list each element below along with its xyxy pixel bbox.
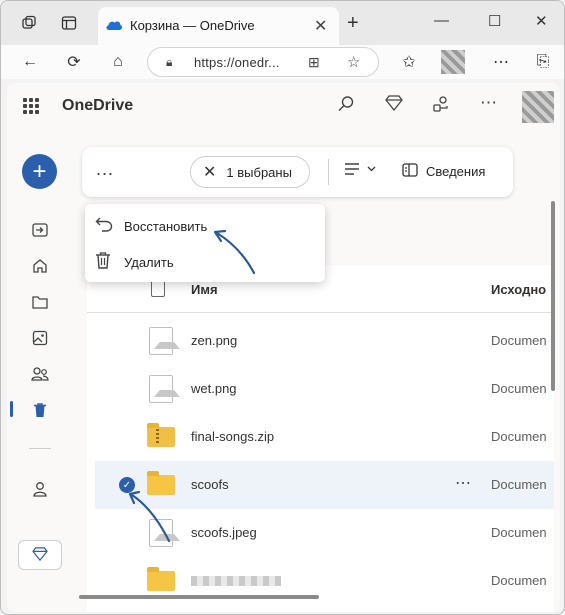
premium-diamond-icon: [32, 546, 48, 564]
file-source: Documen: [491, 525, 547, 540]
row-more-icon[interactable]: ⋯: [455, 473, 472, 493]
table-row-selected[interactable]: ✓ scoofs ⋯ Documen: [95, 461, 554, 509]
file-source: Documen: [491, 381, 547, 396]
command-more-button[interactable]: ...: [96, 159, 114, 180]
table-row[interactable]: wet.png Documen: [87, 365, 554, 413]
column-source-header[interactable]: Исходно: [491, 282, 546, 297]
home-nav-icon[interactable]: [31, 257, 49, 275]
image-file-icon: [149, 519, 180, 547]
photos-nav-icon[interactable]: [31, 329, 49, 347]
maximize-icon[interactable]: ☐: [488, 12, 501, 30]
rail-divider: [29, 448, 51, 449]
details-button[interactable]: Сведения: [402, 163, 485, 180]
menu-label-delete: Удалить: [124, 254, 174, 270]
details-label: Сведения: [426, 164, 486, 179]
apps-icon[interactable]: ⊞: [308, 54, 320, 71]
table-row[interactable]: scoofs.jpeg Documen: [87, 509, 554, 557]
horizontal-scrollbar[interactable]: [79, 595, 319, 599]
file-name: scoofs.jpeg: [191, 525, 257, 540]
sidebar-toggle-icon[interactable]: ⎘: [532, 51, 554, 73]
recycle-bin-nav-icon[interactable]: [31, 401, 49, 419]
file-list: Имя Исходно zen.png Documen wet.png Docu…: [87, 265, 554, 612]
close-icon[interactable]: ✕: [314, 16, 327, 36]
tab-title: Корзина — OneDrive: [130, 18, 255, 33]
app-launcher-icon[interactable]: [23, 98, 39, 114]
table-row[interactable]: final-songs.zip Documen: [87, 413, 554, 461]
details-pane-icon: [402, 163, 418, 180]
active-indicator: [10, 401, 13, 417]
brand-title: OneDrive: [62, 97, 134, 114]
active-tab[interactable]: Корзина — OneDrive ✕: [98, 7, 339, 45]
browser-window: Корзина — OneDrive ✕ + — ☐ ✕ ← ⟳ ⌂ 🔒︎ ht…: [0, 0, 565, 615]
minimize-icon[interactable]: —: [434, 12, 449, 29]
share-people-icon[interactable]: [432, 95, 450, 118]
file-name: final-songs.zip: [191, 429, 275, 444]
folder-icon: [147, 471, 175, 495]
selection-count: 1 выбраны: [226, 164, 292, 180]
clear-selection-icon[interactable]: ✕: [203, 162, 216, 182]
table-row[interactable]: zen.png Documen: [87, 317, 554, 365]
image-file-icon: [149, 375, 180, 403]
plus-icon[interactable]: +: [347, 12, 359, 35]
workspaces-icon[interactable]: [19, 13, 39, 33]
tab-bar: Корзина — OneDrive ✕ + — ☐ ✕: [1, 1, 564, 45]
account-avatar[interactable]: [522, 91, 554, 123]
sign-in-icon[interactable]: [31, 221, 49, 239]
context-menu: Восстановить Удалить: [85, 204, 325, 282]
onedrive-cloud-icon: [105, 18, 123, 37]
sort-menu-icon[interactable]: [344, 162, 376, 180]
vertical-tabs-icon[interactable]: [59, 13, 79, 33]
premium-diamond-icon[interactable]: [385, 95, 403, 116]
file-source: Documen: [491, 333, 547, 348]
menu-item-restore[interactable]: Восстановить: [85, 208, 325, 244]
navigation-bar: ← ⟳ ⌂ 🔒︎ https://onedr... ⊞ ☆ ✩ ⋯ ⎘: [1, 45, 564, 79]
star-icon[interactable]: ☆: [347, 53, 360, 71]
favorites-icon[interactable]: ✩: [398, 51, 420, 73]
profile-avatar[interactable]: [441, 50, 465, 74]
command-divider: [328, 159, 329, 185]
premium-button[interactable]: [18, 540, 62, 570]
window-close-icon[interactable]: ✕: [535, 12, 548, 30]
more-options-icon[interactable]: ⋯: [490, 51, 512, 73]
home-icon[interactable]: ⌂: [107, 51, 129, 73]
folder-icon: [147, 567, 175, 591]
url-text: https://onedr...: [194, 55, 280, 70]
search-icon[interactable]: [337, 95, 355, 118]
restore-icon: [95, 216, 113, 237]
profile-nav-icon[interactable]: [31, 480, 49, 498]
vertical-scrollbar[interactable]: [551, 201, 555, 391]
blurred-file-name: [191, 576, 281, 586]
folder-nav-icon[interactable]: [31, 293, 49, 311]
file-source: Documen: [491, 477, 547, 492]
settings-more-icon[interactable]: ⋯: [480, 93, 497, 113]
file-name: wet.png: [191, 381, 237, 396]
menu-item-delete[interactable]: Удалить: [85, 244, 325, 280]
file-source: Documen: [491, 429, 547, 444]
trash-icon: [95, 251, 111, 274]
app-header: OneDrive ⋯: [7, 83, 560, 133]
selection-chip[interactable]: ✕ 1 выбраны: [190, 156, 310, 188]
column-name-header[interactable]: Имя: [191, 282, 218, 297]
image-file-icon: [149, 327, 180, 355]
zip-folder-icon: [147, 423, 175, 447]
shared-people-nav-icon[interactable]: [31, 365, 49, 383]
command-bar: ... ✕ 1 выбраны Сведения: [82, 147, 513, 197]
file-source: Documen: [491, 573, 547, 588]
refresh-icon[interactable]: ⟳: [63, 51, 85, 73]
file-name: zen.png: [191, 333, 238, 348]
menu-label-restore: Восстановить: [124, 218, 208, 234]
back-arrow-icon[interactable]: ←: [19, 51, 41, 73]
create-new-button[interactable]: +: [22, 154, 57, 189]
lock-icon[interactable]: 🔒︎: [166, 55, 172, 70]
file-name: scoofs: [191, 477, 229, 492]
checkmark-icon[interactable]: ✓: [119, 477, 135, 493]
address-bar[interactable]: 🔒︎ https://onedr... ⊞ ☆: [147, 47, 379, 77]
